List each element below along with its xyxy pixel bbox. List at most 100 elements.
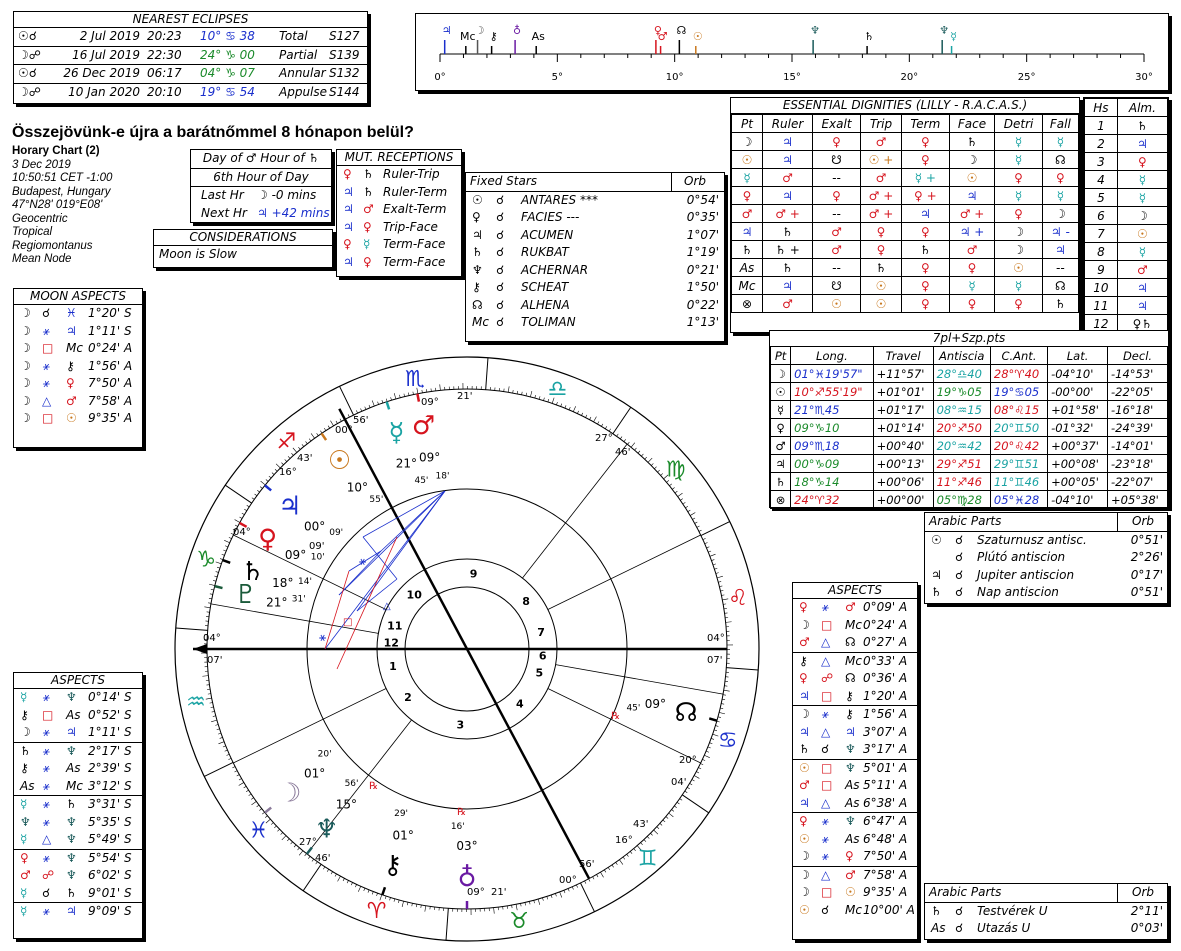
degree-tick — [368, 404, 371, 408]
moon-aspect-planet-a: ☽ — [20, 341, 31, 355]
degree-tick — [363, 888, 366, 891]
degree-tick — [689, 783, 693, 786]
arabic-parts-header: Arabic Parts Orb — [925, 513, 1167, 532]
moon-aspect-aspect-glyph: □ — [42, 341, 54, 355]
eclipse-time: 06:17 — [147, 66, 182, 80]
aspect-left-orb: 9°01' S — [88, 885, 132, 900]
aspect-right-row: ☉ ☌ Mc 10°00' A — [793, 902, 917, 920]
scale-tick-label: 5° — [552, 72, 563, 83]
planet-minute: 18' — [436, 472, 450, 482]
dignity-cell: ☉ — [948, 168, 996, 187]
dignity-row: ♄ ♄ + ♂ ♀ ♄ ♂ ☽ ♃ — [730, 240, 1080, 259]
degree-tick — [725, 621, 732, 623]
degree-tick — [567, 888, 570, 892]
degree-tick — [211, 711, 215, 713]
fixed-star-row: ♀ ☌ FACIES --- 0°35' — [466, 209, 724, 227]
conjunction-glyph: ☌ — [955, 585, 964, 599]
fixed-star-orb: 1°07' — [686, 227, 719, 242]
retrograde-marker: ℞ — [457, 807, 466, 818]
planet-minute: 16' — [451, 822, 465, 832]
degree-tick — [593, 416, 597, 423]
cusp-3-minute: 09' — [309, 541, 324, 552]
aspect-right-orb: 0°27' A — [863, 635, 908, 649]
position-antiscia: 08°♒15 — [932, 400, 991, 419]
almuten-row: 11 ♃ — [1084, 296, 1169, 315]
degree-tick — [238, 778, 242, 781]
dignity-cell: ♂ — [730, 204, 764, 223]
dignity-cell: ♀ + — [900, 186, 950, 205]
degree-tick — [224, 540, 230, 544]
dignity-cell: ♀ — [900, 294, 950, 313]
dignity-header: Term — [900, 114, 950, 133]
position-longitude: 18°♑14 — [790, 472, 874, 491]
degree-tick — [712, 563, 716, 566]
sign-boundary — [612, 406, 632, 435]
aspect-left-row: ☿ ☌ ♄ 9°01' S — [14, 885, 142, 903]
arabic-part-point: ♃ — [931, 567, 942, 582]
planet-minute: 55' — [369, 495, 383, 505]
degree-tick — [214, 575, 218, 578]
almuten-row: 5 ☿ — [1084, 188, 1169, 207]
aspects-left-panel: ASPECTS ☿ ⚹ ♆ 0°14' S ⚷ □ As 0°52' S ☽ ⚹ ♃ 1°11' S ♄… — [13, 672, 143, 939]
reception-type: Ruler-Trip — [383, 167, 440, 181]
aspect-right-planet-b: ⚷ — [845, 707, 854, 721]
position-header: Lat. — [1047, 346, 1109, 365]
position-row: ♂ 09°♏18 +00°40' 20°♒42 20°♌42 +00°37' -14°01' — [769, 436, 1168, 455]
aspect-right-orb: 10°00' A — [863, 902, 915, 917]
eclipse-position: 19° ♋ 54 — [200, 84, 255, 99]
degree-tick — [630, 442, 636, 448]
planet-glyph: ♇ — [234, 580, 257, 610]
dignity-row: ♂ ♂ + -- ♂ + ♃ ♂ + ♀ ☽ — [730, 204, 1080, 223]
dignity-cell: ♃ — [948, 186, 996, 205]
reception-planet-b: ♄ — [363, 167, 374, 181]
position-point: ☿ — [769, 400, 792, 419]
last-hour-label: Last Hr — [201, 188, 244, 202]
position-contra-antiscia: 29°♊51 — [989, 454, 1049, 473]
ascendant-degree: 04° — [203, 633, 221, 644]
aspect-left-orb: 2°17' S — [88, 743, 132, 758]
degree-tick — [721, 703, 725, 705]
planet-degree: 01° — [393, 828, 414, 842]
sign-boundary — [445, 908, 449, 941]
fixed-star-planet: ☊ — [472, 297, 483, 312]
fixed-stars-orb-header: Orb — [671, 173, 706, 191]
arabic-parts-lower-panel: Arabic Parts Orb ♄ ☌ Testvérek U 2°11' As ☌ Ut… — [924, 883, 1168, 940]
degree-scale-svg: 0° 5° 10° 15° 20° 25° 30°♃ Mc ☽ ⚷ ♁ As ♀♂ ☊ ☉ ♆ ♄ ♆ ☿ — [434, 24, 1153, 83]
degree-tick — [677, 492, 683, 497]
cusp-12-minute: 43' — [297, 453, 312, 464]
position-row: ☉ 10°♐55'19" +01°01' 19°♑05 19°♋05 -00°00' -22… — [769, 382, 1168, 401]
reception-planet-b: ☿ — [363, 237, 371, 251]
arabic-parts-lower-orb-header: Orb — [1117, 884, 1154, 902]
fixed-star-planet: ♄ — [472, 245, 483, 259]
degree-tick — [334, 873, 337, 877]
degree-tick — [597, 421, 600, 425]
planet-glyph: ♀ — [258, 524, 277, 554]
aspect-left-planet-a: ☿ — [20, 832, 28, 846]
ascendant-arrow — [193, 644, 207, 654]
degree-tick — [281, 462, 284, 465]
degree-tick — [616, 433, 619, 437]
degree-tick — [415, 904, 418, 908]
position-header: Decl. — [1107, 346, 1168, 365]
position-travel: +00°40' — [872, 436, 934, 455]
dignity-cell: ☽ — [994, 222, 1043, 241]
degree-tick — [339, 418, 342, 422]
scale-planet-glyph: ♆ — [810, 24, 820, 37]
aspect-right-row: ☽ □ Mc 0°24' A — [793, 617, 917, 635]
planetary-hour-panel: Day of ♂ Hour of ♄ 6th Hour of Day Last … — [190, 149, 332, 223]
arabic-part-lower-point: ♄ — [931, 903, 942, 918]
fixed-star-planet: ♃ — [472, 227, 483, 242]
degree-tick — [707, 746, 711, 749]
day-hour-row: Day of ♂ Hour of ♄ — [191, 150, 331, 169]
degree-tick — [588, 878, 591, 882]
degree-tick — [708, 550, 712, 553]
aspect-right-row: ☉ □ ♆ 5°01' A — [793, 758, 917, 778]
position-antiscia: 20°♒42 — [932, 436, 991, 455]
scale-planet-glyph: Mc — [460, 30, 476, 43]
degree-tick — [208, 602, 212, 604]
degree-tick — [215, 561, 222, 565]
aspect-left-planet-a: As — [20, 778, 35, 793]
chart-info-line: 47°N28' 019°E08' — [12, 199, 103, 211]
degree-tick — [698, 767, 702, 770]
degree-tick — [364, 406, 367, 410]
